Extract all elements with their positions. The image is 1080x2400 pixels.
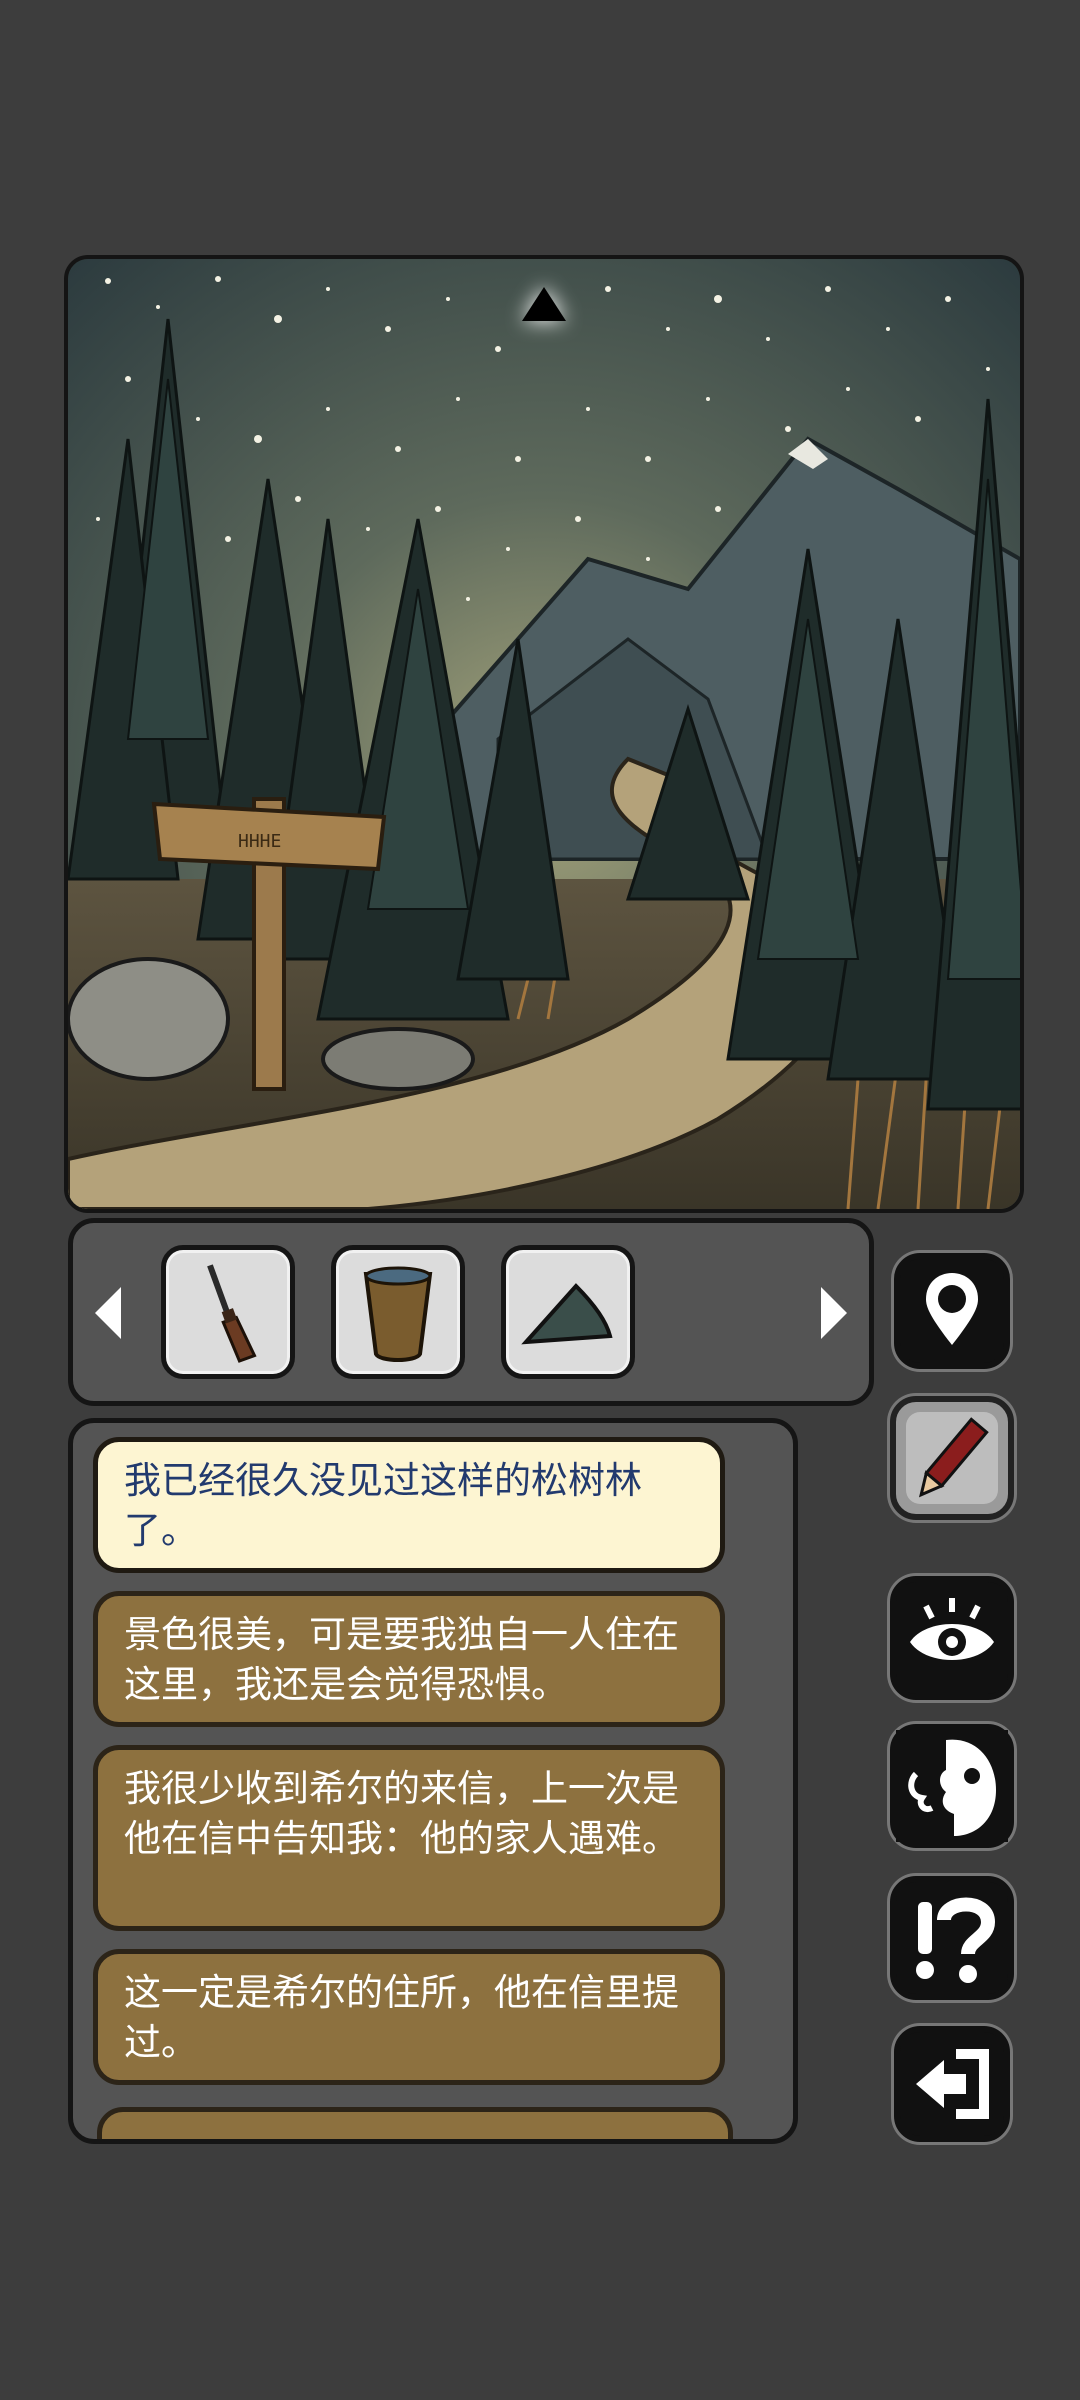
look-button[interactable]	[890, 1576, 1014, 1700]
inventory-bar	[68, 1218, 874, 1406]
dialog-panel: 我已经很久没见过这样的松树林了。 景色很美，可是要我独自一人住在这里，我还是会觉…	[68, 1418, 798, 2144]
inventory-slot-cup[interactable]	[331, 1245, 465, 1379]
notes-button[interactable]	[890, 1396, 1014, 1520]
dialog-option-text: 我很少收到希尔的来信，上一次是他在信中告知我：他的家人遇难。	[124, 1767, 679, 1860]
dialog-option-3[interactable]: 我很少收到希尔的来信，上一次是他在信中告知我：他的家人遇难。	[93, 1745, 725, 1931]
inventory-slot-horn[interactable]	[501, 1245, 635, 1379]
exit-icon	[916, 2049, 989, 2119]
map-button[interactable]	[894, 1253, 1010, 1369]
exit-button[interactable]	[894, 2026, 1010, 2142]
talk-button[interactable]	[890, 1724, 1014, 1848]
dialog-option-text: 这一定是希尔的住所，他在信里提过。	[124, 1971, 679, 2064]
gramophone-horn-icon	[521, 1283, 613, 1345]
hint-icon	[916, 1897, 996, 1983]
map-pin-icon	[926, 1273, 978, 1345]
pencil-icon	[906, 1412, 998, 1504]
dialog-option-text: 我已经很久没见过这样的松树林了。	[124, 1459, 642, 1552]
signpost-text: HHHE	[238, 831, 281, 852]
face-speak-icon	[896, 1730, 1008, 1842]
dialog-option-4[interactable]: 这一定是希尔的住所，他在信里提过。	[93, 1949, 725, 2085]
hint-button[interactable]	[890, 1876, 1014, 2000]
dialog-option-2[interactable]: 景色很美，可是要我独自一人住在这里，我还是会觉得恐惧。	[93, 1591, 725, 1727]
rifle-icon	[207, 1264, 257, 1363]
dialog-option-text: 景色很美，可是要我独自一人住在这里，我还是会觉得恐惧。	[124, 1613, 679, 1706]
dialog-option-1[interactable]: 我已经很久没见过这样的松树林了。	[93, 1437, 725, 1573]
dialog-option-partial[interactable]	[97, 2107, 733, 2139]
inventory-next-arrow[interactable]	[821, 1287, 847, 1339]
scene-viewport[interactable]: HHHE	[64, 255, 1024, 1213]
eye-icon	[910, 1598, 994, 1660]
wooden-cup-icon	[363, 1266, 433, 1362]
inventory-prev-arrow[interactable]	[95, 1287, 121, 1339]
inventory-slot-rifle[interactable]	[161, 1245, 295, 1379]
forest-scene-image: HHHE	[68, 259, 1020, 1209]
navigate-forward-arrow[interactable]	[522, 287, 566, 321]
